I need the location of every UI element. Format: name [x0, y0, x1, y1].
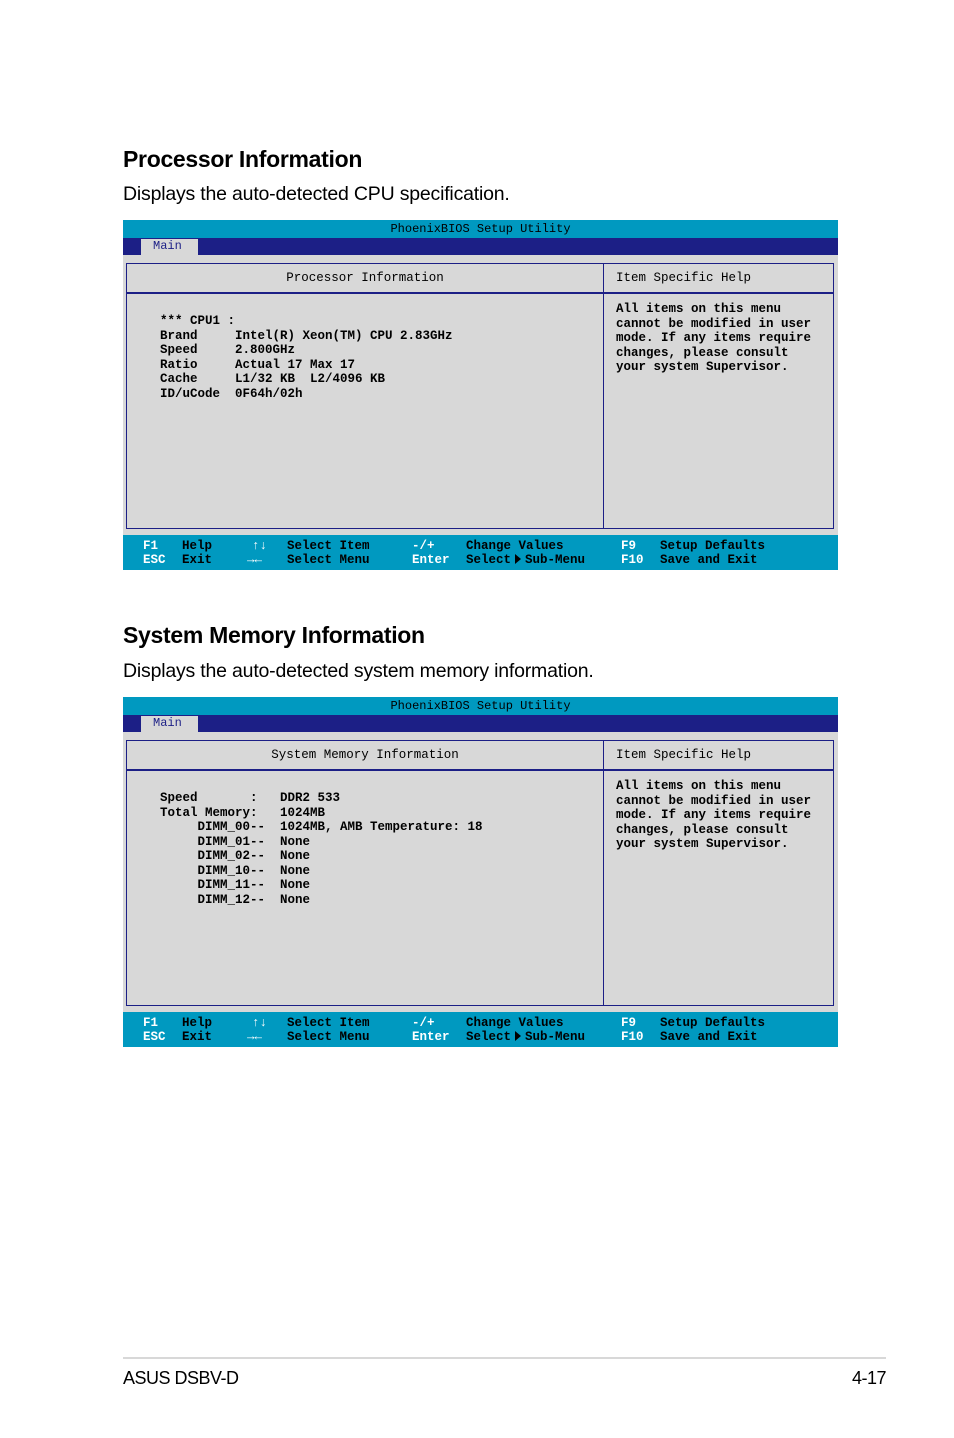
f10-key: F10 — [621, 553, 644, 567]
help-title: Item Specific Help — [604, 264, 833, 294]
section-title-memory: System Memory Information — [123, 622, 425, 648]
plus-minus-key: -/+ — [412, 539, 435, 553]
bios-key-legend: F1 Help ↑↓ Select Item -/+ Change Values… — [123, 1012, 838, 1047]
submenu-arrow-icon — [515, 553, 522, 564]
bios-title-bar: PhoenixBIOS Setup Utility — [123, 220, 838, 238]
f10-desc: Save and Exit — [660, 1030, 758, 1044]
plus-minus-key: -/+ — [412, 1016, 435, 1030]
enter-key: Enter — [412, 553, 450, 567]
f1-desc: Help — [182, 539, 213, 553]
f10-desc: Save and Exit — [660, 553, 758, 567]
f10-key: F10 — [621, 1030, 644, 1044]
bios-title-bar: PhoenixBIOS Setup Utility — [123, 697, 838, 715]
enter-desc-select: Select — [466, 1030, 512, 1044]
help-text: All items on this menu cannot be modifie… — [616, 779, 812, 851]
left-right-arrows-icon: →← — [247, 1030, 263, 1044]
info-panel: Processor Information *** CPU1 : Brand I… — [127, 264, 604, 528]
footer-divider — [123, 1357, 886, 1359]
enter-desc-submenu: Sub-Menu — [525, 1030, 586, 1044]
help-panel: Item Specific Help All items on this men… — [604, 264, 833, 528]
panel-title: System Memory Information — [127, 741, 603, 771]
f9-key: F9 — [621, 1016, 637, 1030]
help-panel: Item Specific Help All items on this men… — [604, 741, 833, 1005]
section-description-memory: Displays the auto-detected system memory… — [123, 660, 594, 682]
bios-frame: Processor Information *** CPU1 : Brand I… — [126, 263, 834, 529]
up-down-arrows-icon: ↑↓ — [252, 1016, 268, 1030]
tab-main[interactable]: Main — [141, 716, 198, 732]
f9-desc: Setup Defaults — [660, 1016, 766, 1030]
enter-desc: Select Sub-Menu — [466, 1030, 585, 1044]
plus-minus-desc: Change Values — [466, 1016, 564, 1030]
esc-desc: Exit — [182, 1030, 213, 1044]
f1-key: F1 — [143, 1016, 159, 1030]
bios-frame: System Memory Information Speed : DDR2 5… — [126, 740, 834, 1006]
leftright-desc: Select Menu — [287, 1030, 370, 1044]
page-number: 4-17 — [851, 1368, 887, 1388]
esc-key: ESC — [143, 1030, 166, 1044]
esc-desc: Exit — [182, 553, 213, 567]
product-name: ASUS DSBV-D — [123, 1368, 239, 1388]
enter-desc: Select Sub-Menu — [466, 553, 585, 567]
section-title-processor: Processor Information — [123, 146, 363, 172]
plus-minus-desc: Change Values — [466, 539, 564, 553]
bios-menu-bar: Main — [123, 715, 838, 732]
esc-key: ESC — [143, 553, 166, 567]
f9-desc: Setup Defaults — [660, 539, 766, 553]
enter-key: Enter — [412, 1030, 450, 1044]
updown-desc: Select Item — [287, 1016, 370, 1030]
f9-key: F9 — [621, 539, 637, 553]
panel-title: Processor Information — [127, 264, 603, 294]
bios-screen-processor: PhoenixBIOS Setup Utility Main Processor… — [123, 220, 838, 570]
submenu-arrow-icon — [515, 1030, 522, 1041]
bios-screen-memory: PhoenixBIOS Setup Utility Main System Me… — [123, 697, 838, 1047]
processor-info-content: *** CPU1 : Brand Intel(R) Xeon(TM) CPU 2… — [160, 314, 453, 401]
up-down-arrows-icon: ↑↓ — [252, 539, 268, 553]
help-text: All items on this menu cannot be modifie… — [616, 302, 812, 374]
tab-main[interactable]: Main — [141, 239, 198, 255]
help-title: Item Specific Help — [604, 741, 833, 771]
f1-key: F1 — [143, 539, 159, 553]
bios-menu-bar: Main — [123, 238, 838, 255]
updown-desc: Select Item — [287, 539, 370, 553]
info-panel: System Memory Information Speed : DDR2 5… — [127, 741, 604, 1005]
f1-desc: Help — [182, 1016, 213, 1030]
left-right-arrows-icon: →← — [247, 553, 263, 567]
enter-desc-select: Select — [466, 553, 512, 567]
section-description-processor: Displays the auto-detected CPU specifica… — [123, 183, 510, 205]
enter-desc-submenu: Sub-Menu — [525, 553, 586, 567]
memory-info-content: Speed : DDR2 533 Total Memory: 1024MB DI… — [160, 791, 483, 907]
bios-key-legend: F1 Help ↑↓ Select Item -/+ Change Values… — [123, 535, 838, 570]
leftright-desc: Select Menu — [287, 553, 370, 567]
